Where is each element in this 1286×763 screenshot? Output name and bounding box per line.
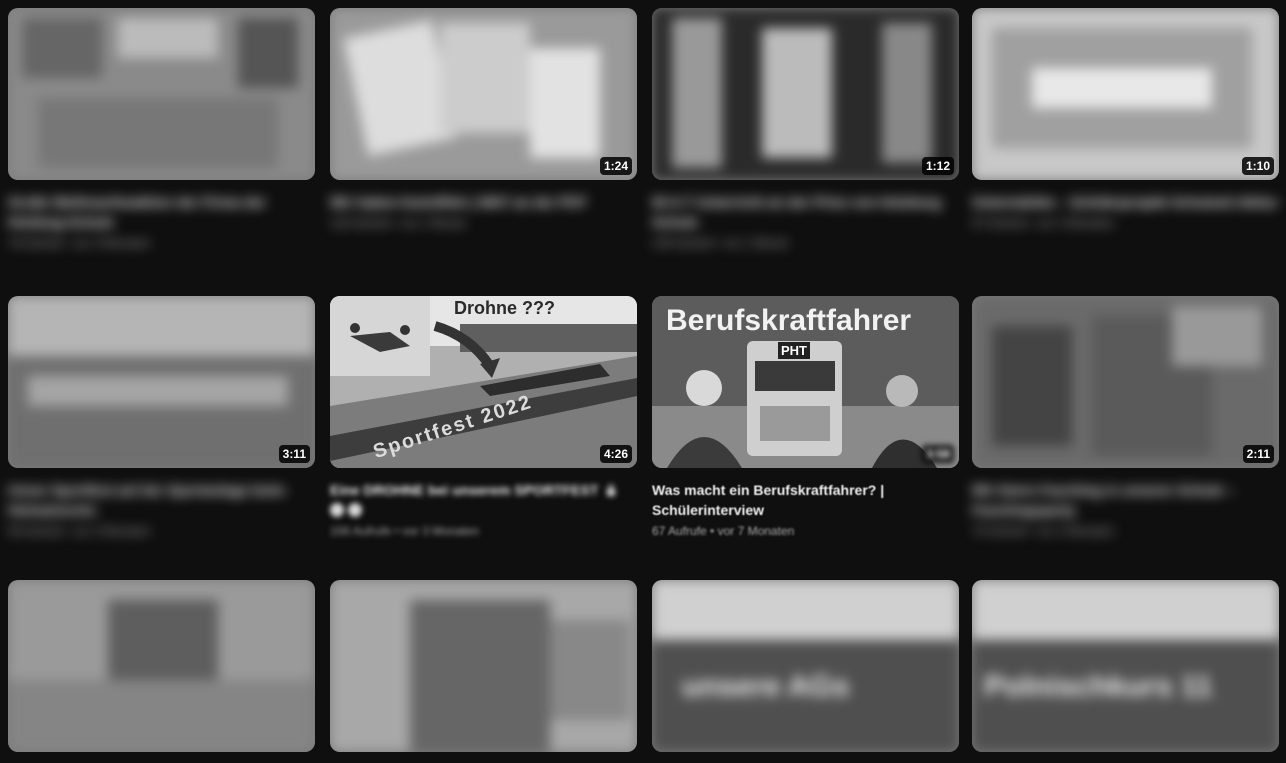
emoji-icon xyxy=(348,503,362,517)
video-duration: 2:11 xyxy=(1242,445,1274,463)
video-card[interactable]: 1:12 W-A-T Unterricht an der Prinz von H… xyxy=(652,8,959,250)
video-thumbnail[interactable]: unsere AGs xyxy=(652,580,959,752)
video-title[interactable]: Unser Sportfest auf der Sportanlage beim… xyxy=(8,480,315,520)
video-thumbnail[interactable]: 3:11 xyxy=(8,296,315,468)
video-title[interactable]: Was macht ein Berufskraftfahrer? | Schül… xyxy=(652,480,959,520)
thumbnail-text: unsere AGs xyxy=(682,670,850,703)
video-thumbnail[interactable]: 2:11 xyxy=(972,296,1279,468)
video-stats: 70 Aufrufe • vor 4 Monaten xyxy=(972,524,1115,538)
video-title[interactable]: Wir haben Kartoffeln | WAT an der PHT xyxy=(330,192,637,212)
thumbnail-text: Polnischkurs 11 xyxy=(984,670,1213,703)
video-thumbnail[interactable] xyxy=(8,8,315,180)
lock-icon xyxy=(607,484,616,496)
video-card[interactable]: Drohne ??? Sportfest 2022 4:26 Eine DROH… xyxy=(330,296,637,538)
video-thumbnail[interactable] xyxy=(330,580,637,752)
video-duration: 1:24 xyxy=(599,157,632,175)
video-title[interactable]: Eine DROHNE bei unserem SPORTFEST xyxy=(330,480,637,520)
video-card[interactable]: Polnischkurs 11 xyxy=(972,580,1279,752)
video-grid: Große Weihnachtsaktion der Firma der Hol… xyxy=(0,0,1286,763)
video-thumbnail[interactable]: Polnischkurs 11 xyxy=(972,580,1279,752)
video-stats: 149 Aufrufe • vor 1 Monat xyxy=(652,236,788,250)
video-stats: 58 Aufrufe • vor 3 Monaten xyxy=(8,524,151,538)
video-stats: 97 Aufrufe • vor 2 Monaten xyxy=(972,216,1115,230)
video-card[interactable]: 3:11 Unser Sportfest auf der Sportanlage… xyxy=(8,296,315,538)
video-duration: 3:58 xyxy=(921,445,954,463)
video-title[interactable]: Ostermärkte – Schülerprojekt Schulzeit A… xyxy=(972,192,1279,212)
video-card[interactable] xyxy=(8,580,315,752)
video-card[interactable]: unsere AGs xyxy=(652,580,959,752)
video-duration: 1:10 xyxy=(1241,157,1274,175)
video-card[interactable] xyxy=(330,580,637,752)
video-card[interactable]: 2:11 Wir feiern Fasching in unserer Schu… xyxy=(972,296,1279,538)
video-title[interactable]: Wir feiern Fasching in unserer Schule – … xyxy=(972,480,1279,520)
video-card[interactable]: 1:24 Wir haben Kartoffeln | WAT an der P… xyxy=(330,8,637,230)
video-title[interactable]: W-A-T Unterricht an der Prinz von Holzbu… xyxy=(652,192,959,232)
emoji-icon xyxy=(330,503,344,517)
video-thumbnail[interactable] xyxy=(8,580,315,752)
video-card[interactable]: Berufskraftfahrer PHT 3:58 Was macht ein… xyxy=(652,296,959,538)
video-thumbnail[interactable]: 1:24 xyxy=(330,8,637,180)
video-card[interactable]: Große Weihnachtsaktion der Firma der Hol… xyxy=(8,8,315,250)
truck-label: PHT xyxy=(778,342,810,359)
video-stats: 118 Aufrufe • vor 1 Monat xyxy=(330,216,465,230)
video-duration: 3:11 xyxy=(278,445,310,463)
video-stats: 78 Aufrufe • vor 3 Monaten xyxy=(8,236,151,250)
video-duration: 1:12 xyxy=(921,157,954,175)
video-thumbnail[interactable]: 1:10 xyxy=(972,8,1279,180)
video-card[interactable]: 1:10 Ostermärkte – Schülerprojekt Schulz… xyxy=(972,8,1279,230)
video-duration: 4:26 xyxy=(599,445,632,463)
video-title[interactable]: Große Weihnachtsaktion der Firma der Hol… xyxy=(8,192,315,232)
video-stats: 67 Aufrufe • vor 7 Monaten xyxy=(652,524,795,538)
video-thumbnail[interactable]: Drohne ??? Sportfest 2022 4:26 xyxy=(330,296,637,468)
video-stats: 156 Aufrufe • vor 3 Monaten xyxy=(330,524,479,538)
video-thumbnail[interactable]: 1:12 xyxy=(652,8,959,180)
thumbnail-heading: Berufskraftfahrer xyxy=(666,304,912,337)
thumbnail-heading: Drohne ??? xyxy=(454,298,555,318)
video-thumbnail[interactable]: Berufskraftfahrer PHT 3:58 xyxy=(652,296,959,468)
